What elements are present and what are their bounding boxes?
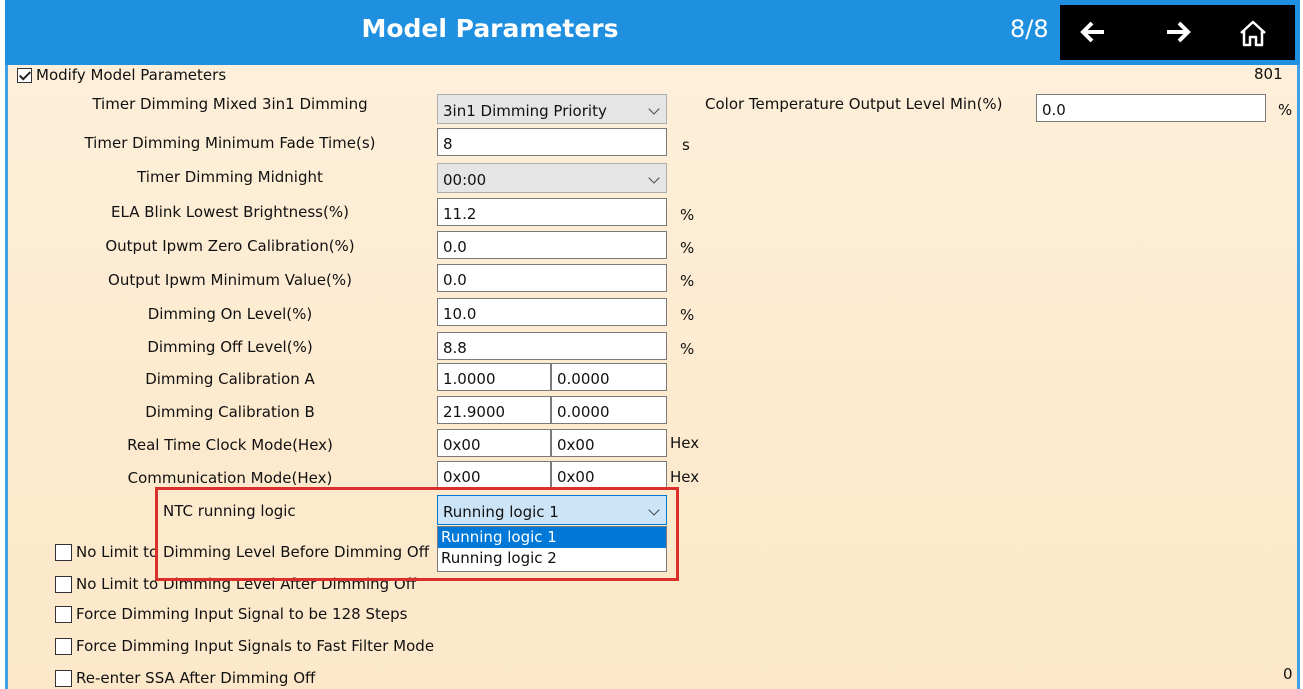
calib-b-input-2[interactable]: 0.0000	[551, 396, 667, 424]
checkbox-label: Force Dimming Input Signals to Fast Filt…	[76, 637, 435, 655]
home-button[interactable]	[1228, 10, 1278, 55]
param-label: Timer Dimming Midnight	[137, 168, 323, 186]
chevron-down-icon	[648, 103, 660, 115]
highlight-box	[155, 487, 679, 581]
midnight-select[interactable]: 00:00	[437, 163, 667, 193]
color-temp-label: Color Temperature Output Level Min(%)	[705, 95, 1003, 113]
page-indicator: 8/8	[1010, 15, 1049, 43]
param-unit: %	[680, 306, 695, 324]
param-label: Dimming On Level(%)	[147, 305, 313, 323]
nav-buttons	[1060, 5, 1295, 60]
dimming-off-input[interactable]: 8.8	[437, 332, 667, 360]
checkbox-label: Force Dimming Input Signal to be 128 Ste…	[76, 605, 408, 623]
footer-code: 0	[1283, 665, 1293, 683]
force-128-steps-checkbox[interactable]: Force Dimming Input Signal to be 128 Ste…	[55, 605, 407, 623]
checkbox-box[interactable]	[55, 637, 72, 655]
param-label: Timer Dimming Mixed 3in1 Dimming	[92, 95, 368, 113]
fast-filter-checkbox[interactable]: Force Dimming Input Signals to Fast Filt…	[55, 637, 434, 655]
modify-params-label: Modify Model Parameters	[36, 66, 227, 84]
arrow-right-icon	[1167, 21, 1191, 43]
param-label: Output Ipwm Minimum Value(%)	[108, 271, 352, 289]
calib-b-input-1[interactable]: 21.9000	[437, 396, 551, 424]
param-unit: s	[682, 136, 690, 154]
comm-mode-input-1[interactable]: 0x00	[437, 461, 551, 489]
arrow-left-icon	[1080, 21, 1104, 43]
rtc-mode-input-2[interactable]: 0x00	[551, 429, 667, 457]
param-unit: %	[680, 239, 695, 257]
param-label: Dimming Calibration A	[145, 370, 315, 388]
param-unit: Hex	[670, 468, 700, 486]
ela-blink-input[interactable]: 11.2	[437, 198, 667, 226]
window-title: Model Parameters	[361, 14, 619, 43]
param-label: Timer Dimming Minimum Fade Time(s)	[84, 134, 376, 152]
param-unit: Hex	[670, 434, 700, 452]
checkbox-box[interactable]	[55, 575, 72, 593]
timer-mixed-select[interactable]: 3in1 Dimming Priority	[437, 94, 667, 124]
fade-time-input[interactable]: 8	[437, 128, 667, 156]
back-button[interactable]	[1068, 10, 1118, 55]
checkbox-box[interactable]	[55, 605, 72, 623]
param-label: Dimming Calibration B	[145, 403, 315, 421]
home-icon	[1240, 20, 1266, 47]
select-value: 00:00	[443, 171, 487, 189]
color-temp-unit: %	[1278, 101, 1293, 119]
rtc-mode-input-1[interactable]: 0x00	[437, 429, 551, 457]
param-label: Output Ipwm Zero Calibration(%)	[105, 237, 355, 255]
calib-a-input-2[interactable]: 0.0000	[551, 363, 667, 391]
model-code: 801	[1254, 65, 1283, 83]
param-label: Real Time Clock Mode(Hex)	[127, 436, 333, 454]
dimming-on-input[interactable]: 10.0	[437, 298, 667, 326]
ipwm-min-input[interactable]: 0.0	[437, 264, 667, 292]
param-label: ELA Blink Lowest Brightness(%)	[111, 203, 349, 221]
calib-a-input-1[interactable]: 1.0000	[437, 363, 551, 391]
reenter-ssa-checkbox[interactable]: Re-enter SSA After Dimming Off	[55, 669, 315, 687]
checkbox-box[interactable]	[55, 543, 72, 561]
param-label: Communication Mode(Hex)	[127, 469, 333, 487]
comm-mode-input-2[interactable]: 0x00	[551, 461, 667, 489]
checkbox-label: Re-enter SSA After Dimming Off	[76, 669, 316, 687]
param-unit: %	[680, 206, 695, 224]
chevron-down-icon	[648, 172, 660, 184]
color-temp-input[interactable]: 0.0	[1036, 94, 1266, 122]
param-unit: %	[680, 272, 695, 290]
forward-button[interactable]	[1153, 10, 1203, 55]
checkbox-box[interactable]	[55, 669, 72, 687]
param-label: Dimming Off Level(%)	[147, 338, 313, 356]
ipwm-zero-input[interactable]: 0.0	[437, 231, 667, 259]
select-value: 3in1 Dimming Priority	[443, 102, 607, 120]
checkbox-box[interactable]	[17, 67, 32, 83]
param-unit: %	[680, 340, 695, 358]
modify-params-checkbox[interactable]: Modify Model Parameters	[17, 66, 226, 84]
